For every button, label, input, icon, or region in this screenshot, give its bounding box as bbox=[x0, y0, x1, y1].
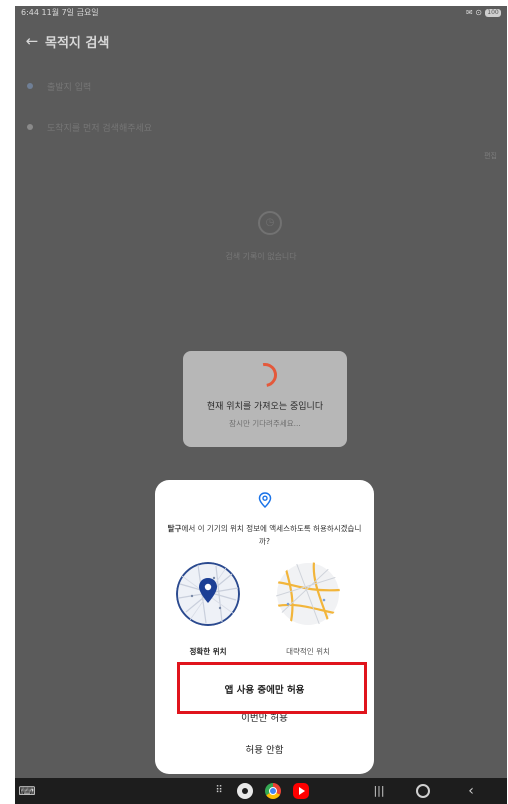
origin-placeholder: 출발지 입력 bbox=[47, 82, 92, 93]
permission-question-text: 에서 이 기기의 위치 정보에 액세스하도록 허용하시겠습니까? bbox=[181, 524, 362, 546]
app-name: 탈구 bbox=[167, 524, 182, 533]
origin-input[interactable]: 출발지 입력 bbox=[27, 76, 91, 96]
recents-icon[interactable]: ||| bbox=[369, 782, 389, 800]
chrome-app-icon[interactable] bbox=[265, 783, 281, 799]
empty-history-message: 검색 기록이 없습니다 bbox=[225, 252, 297, 261]
status-icons: ✉ ⊙ 100 bbox=[466, 6, 501, 20]
back-arrow-icon[interactable]: ← bbox=[19, 32, 45, 50]
youtube-app-icon[interactable] bbox=[293, 783, 309, 799]
loading-spinner-icon bbox=[248, 358, 282, 392]
page-title: 목적지 검색 bbox=[45, 35, 110, 51]
location-pin-icon bbox=[258, 492, 272, 508]
navigation-bar: ⌨ ⠿ ||| ‹ bbox=[15, 778, 507, 804]
back-icon[interactable]: ‹ bbox=[463, 782, 479, 800]
destination-placeholder: 도착지를 먼저 검색해주세요 bbox=[47, 123, 153, 134]
highlight-box bbox=[177, 662, 367, 714]
battery-icon: 100 bbox=[485, 9, 501, 17]
destination-input[interactable]: 도착지를 먼저 검색해주세요 bbox=[27, 117, 152, 137]
app-bar: ← 목적지 검색 bbox=[15, 28, 507, 54]
location-permission-dialog: 탈구에서 이 기기의 위치 정보에 액세스하도록 허용하시겠습니까? 정확한 위… bbox=[155, 480, 374, 774]
approximate-location-label: 대략적인 위치 bbox=[286, 647, 330, 656]
origin-dot-icon bbox=[27, 83, 33, 89]
clock-icon: ◷ bbox=[258, 211, 282, 235]
settings-app-icon[interactable] bbox=[237, 783, 253, 799]
precise-location-label: 정확한 위치 bbox=[189, 647, 227, 656]
precise-location-map-icon[interactable] bbox=[176, 562, 240, 626]
permission-question: 탈구에서 이 기기의 위치 정보에 액세스하도록 허용하시겠습니까? bbox=[165, 522, 364, 548]
loading-title: 현재 위치를 가져오는 중입니다 bbox=[206, 402, 324, 412]
home-icon[interactable] bbox=[416, 784, 430, 798]
edit-history-button[interactable]: 편집 bbox=[484, 151, 497, 161]
loading-card: 현재 위치를 가져오는 중입니다 잠시만 기다려주세요... bbox=[183, 351, 347, 447]
keyboard-icon[interactable]: ⌨ bbox=[18, 782, 36, 800]
notification-icons: ✉ ⊙ bbox=[466, 8, 482, 17]
loading-subtitle: 잠시만 기다려주세요... bbox=[229, 419, 301, 428]
device-screen: 6:44 11월 7일 금요일 ✉ ⊙ 100 ← 목적지 검색 출발지 입력 … bbox=[15, 6, 507, 804]
destination-dot-icon bbox=[27, 124, 33, 130]
approximate-location-map-icon[interactable] bbox=[276, 562, 340, 626]
status-bar: 6:44 11월 7일 금요일 ✉ ⊙ 100 bbox=[15, 6, 507, 20]
apps-grid-icon[interactable]: ⠿ bbox=[211, 782, 227, 800]
status-time: 6:44 11월 7일 금요일 bbox=[21, 8, 99, 17]
deny-button[interactable]: 허용 안함 bbox=[155, 740, 374, 762]
